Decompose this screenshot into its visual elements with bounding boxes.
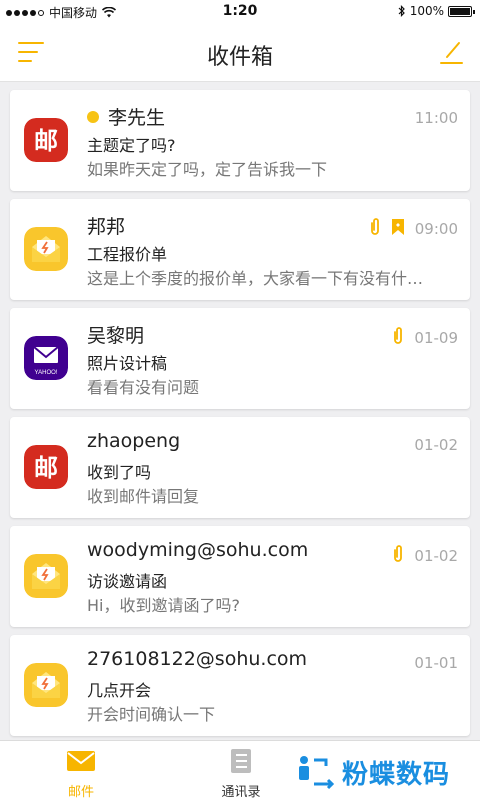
sender-row: zhaopeng xyxy=(87,430,180,452)
status-bar: 中国移动 1:20 100% xyxy=(0,0,480,24)
email-meta: 01-01 xyxy=(414,654,458,672)
compose-icon xyxy=(440,42,463,64)
battery-icon xyxy=(448,5,475,17)
email-subject: 工程报价单 xyxy=(87,245,168,264)
tab-mail[interactable]: 邮件 xyxy=(26,741,136,800)
bluetooth-icon xyxy=(398,5,405,17)
email-item[interactable]: 276108122@sohu.com 几点开会开会时间确认一下 01-01 xyxy=(10,635,470,736)
email-list: 邮 李先生主题定了吗? 如果昨天定了吗，定了告诉我一下 11:00 邦邦工程报价单这是上… xyxy=(10,90,470,744)
mail-icon xyxy=(67,751,95,771)
compose-button[interactable] xyxy=(438,40,464,66)
email-preview: 看看有没有问题 xyxy=(87,378,200,397)
email-subject: 几点开会 xyxy=(87,681,152,700)
envelope-icon xyxy=(24,227,68,271)
svg-text:邮: 邮 xyxy=(34,455,58,482)
email-sender: woodyming@sohu.com xyxy=(87,539,309,561)
email-date: 01-02 xyxy=(414,547,458,565)
watermark-logo-icon xyxy=(299,756,335,790)
bookmark-flag-icon xyxy=(391,218,405,240)
email-preview: 如果昨天定了吗，定了告诉我一下 xyxy=(87,160,328,179)
email-date: 01-01 xyxy=(414,654,458,672)
contacts-icon xyxy=(231,749,251,773)
email-date: 11:00 xyxy=(414,109,458,127)
sender-row: 李先生 xyxy=(87,103,165,130)
yahoo-label: YAHOO! xyxy=(35,370,58,376)
email-date: 09:00 xyxy=(414,220,458,238)
envelope-icon xyxy=(24,663,68,707)
email-subject: 访谈邀请函 xyxy=(87,572,168,591)
email-sender: 邦邦 xyxy=(87,216,126,238)
sender-row: 吴黎明 xyxy=(87,321,144,348)
email-sender: 李先生 xyxy=(108,107,166,129)
yahoo-mail-icon: YAHOO! xyxy=(24,336,68,380)
email-meta: 11:00 xyxy=(415,109,458,127)
envelope-icon xyxy=(24,554,68,598)
attachment-icon xyxy=(392,327,404,349)
email-date: 01-02 xyxy=(414,436,458,454)
email-meta: 01-02 xyxy=(414,436,458,454)
sender-row: woodyming@sohu.com xyxy=(87,539,308,561)
unread-dot-icon xyxy=(87,110,99,123)
email-item[interactable]: 邮 李先生主题定了吗? 如果昨天定了吗，定了告诉我一下 11:00 xyxy=(10,90,470,191)
email-item[interactable]: 邦邦工程报价单这是上个季度的报价单，大家看一下有没有什么问题 09:00 xyxy=(10,199,470,300)
email-item[interactable]: YAHOO! 吴黎明照片设计稿看看有没有问题 01-09 xyxy=(10,308,470,409)
email-subject: 收到了吗 xyxy=(87,463,152,482)
sender-row: 邦邦 xyxy=(87,212,125,239)
email-meta: 09:00 xyxy=(369,218,458,240)
tab-mail-label: 邮件 xyxy=(67,785,94,800)
svg-text:邮: 邮 xyxy=(34,128,58,155)
email-sender: 吴黎明 xyxy=(87,325,145,347)
battery-percent: 100% xyxy=(409,4,444,18)
email-subject: 主题定了吗? xyxy=(87,136,176,155)
page-title: 收件箱 xyxy=(206,45,273,70)
email-subject: 照片设计稿 xyxy=(87,354,168,373)
attachment-icon xyxy=(392,545,404,567)
status-right: 100% xyxy=(398,4,475,18)
email-preview: 这是上个季度的报价单，大家看一下有没有什么问题 xyxy=(87,269,425,288)
email-preview: 开会时间确认一下 xyxy=(87,705,216,724)
email-item[interactable]: woodyming@sohu.com 访谈邀请函 Hi，收到邀请函了吗? 01-02 xyxy=(10,526,470,627)
email-preview: Hi，收到邀请函了吗? xyxy=(87,596,240,615)
email-item[interactable]: 邮 zhaopeng 收到了吗收到邮件请回复 01-02 xyxy=(10,417,470,518)
email-meta: 01-02 xyxy=(392,545,458,567)
email-sender: zhaopeng xyxy=(87,430,181,452)
email-sender: 276108122@sohu.com xyxy=(87,648,308,670)
attachment-icon xyxy=(369,218,381,240)
email-preview: 收到邮件请回复 xyxy=(87,487,200,506)
china-post-icon: 邮 xyxy=(24,445,68,489)
watermark-text: 粉蝶数码 xyxy=(342,759,451,790)
email-meta: 01-09 xyxy=(392,327,458,349)
tab-contacts[interactable]: 通讯录 xyxy=(186,741,296,800)
watermark: 粉蝶数码 xyxy=(296,752,476,792)
nav-header: 收件箱 xyxy=(0,24,480,82)
sender-row: 276108122@sohu.com xyxy=(87,648,307,670)
tab-contacts-label: 通讯录 xyxy=(221,785,261,800)
china-post-icon: 邮 xyxy=(24,118,68,162)
email-date: 01-09 xyxy=(414,329,458,347)
